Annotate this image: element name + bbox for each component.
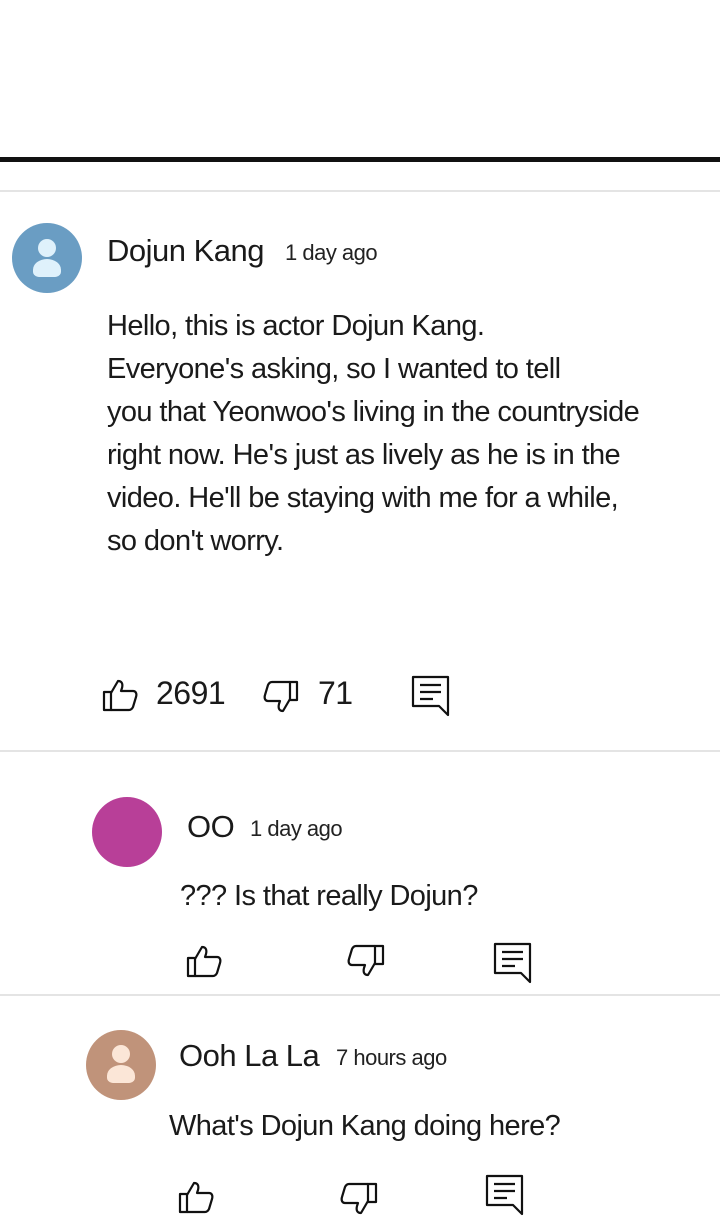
avatar[interactable] — [92, 797, 162, 867]
avatar[interactable] — [12, 223, 82, 293]
person-icon — [112, 1045, 130, 1063]
thumbs-down-icon[interactable] — [340, 1182, 378, 1216]
comment-time: 1 day ago — [250, 816, 343, 841]
comment-time: 1 day ago — [285, 240, 378, 265]
comment-divider — [0, 994, 720, 996]
header-divider — [0, 157, 720, 162]
thumbs-down-icon[interactable] — [347, 944, 385, 978]
author-name[interactable]: OO — [187, 809, 235, 845]
thumbs-up-icon[interactable] — [102, 678, 138, 712]
reply-comment-icon[interactable] — [411, 675, 451, 717]
comment-time: 7 hours ago — [336, 1045, 447, 1070]
comment-divider — [0, 190, 720, 192]
comment-divider — [0, 750, 720, 752]
thumbs-up-icon[interactable] — [186, 944, 222, 978]
person-icon — [38, 239, 56, 257]
comment-text: What's Dojun Kang doing here? — [169, 1110, 561, 1142]
reply-comment-icon[interactable] — [493, 942, 533, 984]
like-count: 2691 — [156, 675, 226, 711]
thumbs-down-icon[interactable] — [263, 680, 299, 714]
author-name[interactable]: Dojun Kang — [107, 233, 265, 269]
thumbs-up-icon[interactable] — [178, 1180, 214, 1214]
reply-comment-icon[interactable] — [485, 1174, 525, 1216]
comment-text: ??? Is that really Dojun? — [180, 880, 478, 912]
dislike-count: 71 — [318, 675, 353, 711]
comment-text: Hello, this is actor Dojun Kang. Everyon… — [107, 310, 640, 557]
avatar[interactable] — [86, 1030, 156, 1100]
author-name[interactable]: Ooh La La — [179, 1038, 320, 1074]
